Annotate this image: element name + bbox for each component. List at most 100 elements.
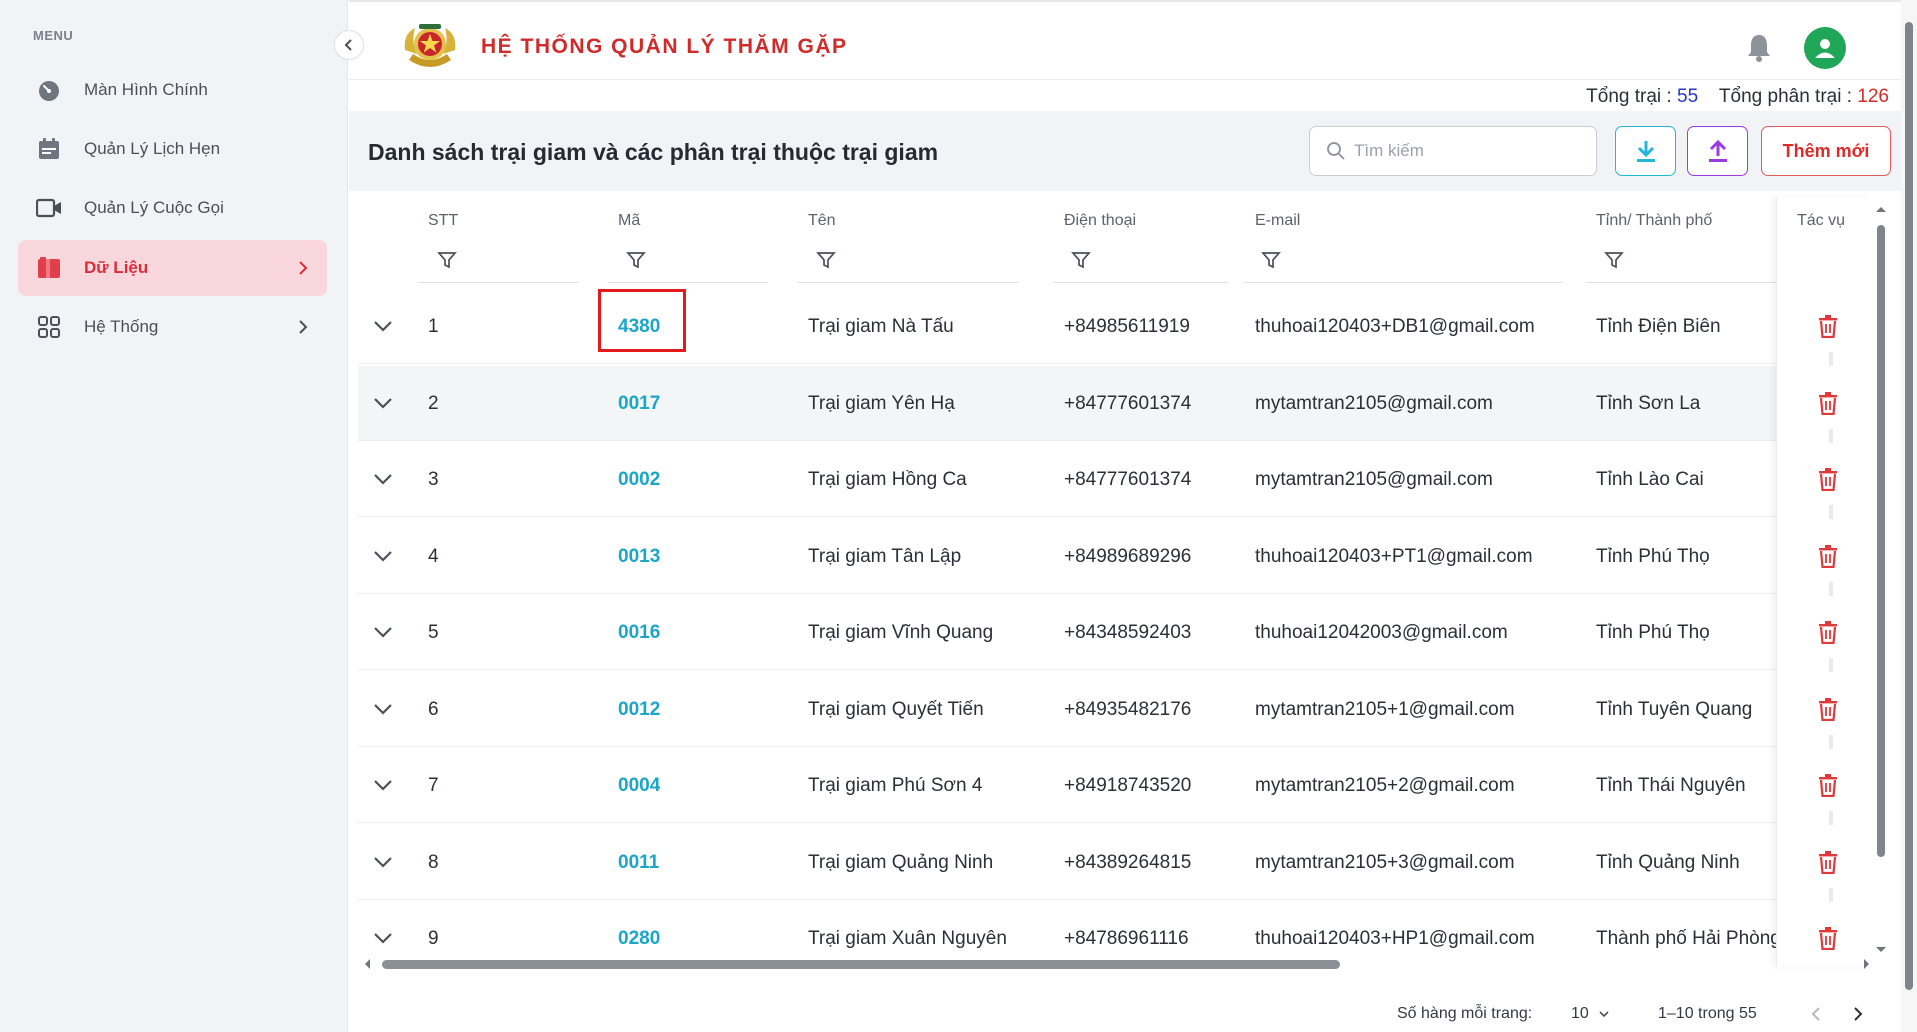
row-separator bbox=[1829, 352, 1833, 366]
sidebar-item-system[interactable]: Hệ Thống bbox=[18, 299, 327, 355]
row-separator bbox=[1829, 581, 1833, 596]
expand-row-chevron-icon[interactable] bbox=[371, 620, 395, 644]
scroll-thumb[interactable] bbox=[1905, 22, 1913, 990]
search-input[interactable] bbox=[1354, 141, 1594, 161]
cell-code[interactable]: 4380 bbox=[618, 289, 660, 364]
delete-trash-icon[interactable] bbox=[1817, 391, 1839, 415]
cell-code[interactable]: 0011 bbox=[618, 825, 659, 900]
cell-email: thuhoai120403+DB1@gmail.com bbox=[1255, 316, 1535, 337]
total-subcamps-label: Tổng phân trại : bbox=[1718, 86, 1853, 107]
upload-icon bbox=[1708, 139, 1727, 162]
camps-table: STT Mã Tên Điện thoại E-mail Tỉnh/ Thành… bbox=[358, 197, 1873, 967]
filter-icon[interactable] bbox=[626, 250, 646, 270]
table-row[interactable]: 5 0016 Trại giam Vĩnh Quang +84348592403 thu… bbox=[358, 595, 1778, 670]
row-separator bbox=[1829, 734, 1833, 749]
cell-code[interactable]: 0002 bbox=[618, 442, 660, 517]
download-button[interactable] bbox=[1615, 126, 1676, 176]
table-row[interactable]: 1 4380 Trại giam Nà Tấu +84985611919 thuhoai… bbox=[358, 289, 1778, 364]
add-new-button[interactable]: Thêm mới bbox=[1761, 126, 1891, 176]
scroll-right-arrow-icon[interactable] bbox=[1862, 957, 1872, 971]
expand-row-chevron-icon[interactable] bbox=[371, 697, 395, 721]
expand-row-chevron-icon[interactable] bbox=[371, 391, 395, 415]
expand-row-chevron-icon[interactable] bbox=[371, 467, 395, 491]
cell-code[interactable]: 0004 bbox=[618, 748, 660, 823]
cell-code[interactable]: 0017 bbox=[618, 366, 660, 441]
row-separator bbox=[1829, 887, 1833, 902]
cell-province: Tỉnh Sơn La bbox=[1596, 392, 1701, 414]
delete-trash-icon[interactable] bbox=[1817, 620, 1839, 644]
expand-row-chevron-icon[interactable] bbox=[371, 314, 395, 338]
cell-province: Tỉnh Quảng Ninh bbox=[1596, 851, 1740, 873]
cell-code[interactable]: 0013 bbox=[618, 519, 660, 594]
filter-underline bbox=[418, 282, 578, 283]
search-box[interactable] bbox=[1309, 126, 1597, 176]
filter-icon[interactable] bbox=[816, 250, 836, 270]
table-row[interactable]: 8 0011 Trại giam Quảng Ninh +84389264815 myt… bbox=[358, 825, 1778, 900]
delete-trash-icon[interactable] bbox=[1817, 544, 1839, 568]
app-title: HỆ THỐNG QUẢN LÝ THĂM GẶP bbox=[481, 35, 848, 58]
cell-stt: 4 bbox=[428, 545, 439, 567]
page-vertical-scrollbar[interactable] bbox=[1901, 0, 1917, 1032]
table-row[interactable]: 4 0013 Trại giam Tân Lập +84989689296 thuhoa… bbox=[358, 519, 1778, 594]
scroll-thumb[interactable] bbox=[1877, 225, 1885, 857]
filter-icon[interactable] bbox=[1071, 250, 1091, 270]
column-header-email[interactable]: E-mail bbox=[1255, 212, 1300, 230]
cell-stt: 7 bbox=[428, 775, 439, 796]
sidebar-item-dashboard[interactable]: Màn Hình Chính bbox=[18, 62, 327, 118]
filter-icon[interactable] bbox=[1261, 250, 1281, 270]
delete-trash-icon[interactable] bbox=[1817, 850, 1839, 874]
chevron-right-icon bbox=[299, 261, 308, 275]
chevron-left-icon bbox=[344, 39, 352, 51]
table-horizontal-scrollbar[interactable] bbox=[362, 957, 1872, 971]
menu-title: MENU bbox=[33, 28, 74, 43]
column-header-name[interactable]: Tên bbox=[808, 212, 836, 230]
table-row[interactable]: 7 0004 Trại giam Phú Sơn 4 +84918743520 myta… bbox=[358, 748, 1778, 823]
sidebar-item-appointments[interactable]: Quản Lý Lịch Hẹn bbox=[18, 121, 327, 177]
expand-row-chevron-icon[interactable] bbox=[371, 773, 395, 797]
upload-button[interactable] bbox=[1687, 126, 1748, 176]
filter-icon[interactable] bbox=[437, 250, 457, 270]
column-header-stt[interactable]: STT bbox=[428, 212, 458, 230]
cell-stt: 1 bbox=[428, 316, 439, 337]
cell-code[interactable]: 0012 bbox=[618, 672, 660, 747]
notification-bell-icon[interactable] bbox=[1744, 32, 1774, 64]
column-header-code[interactable]: Mã bbox=[618, 212, 640, 230]
next-page-icon[interactable] bbox=[1848, 1004, 1868, 1024]
sidebar-item-label: Hệ Thống bbox=[84, 317, 159, 336]
user-avatar[interactable] bbox=[1804, 27, 1846, 69]
delete-trash-icon[interactable] bbox=[1817, 773, 1839, 797]
expand-row-chevron-icon[interactable] bbox=[371, 544, 395, 568]
table-row[interactable]: 3 0002 Trại giam Hồng Ca +84777601374 mytamt… bbox=[358, 442, 1778, 517]
cell-code[interactable]: 0016 bbox=[618, 595, 660, 670]
scroll-thumb[interactable] bbox=[382, 960, 1340, 969]
sidebar-item-calls[interactable]: Quản Lý Cuộc Gọi bbox=[18, 180, 327, 236]
delete-trash-icon[interactable] bbox=[1817, 467, 1839, 491]
cell-province: Tỉnh Điện Biên bbox=[1596, 316, 1721, 337]
delete-trash-icon[interactable] bbox=[1817, 697, 1839, 721]
delete-trash-icon[interactable] bbox=[1817, 926, 1839, 950]
row-separator bbox=[1829, 428, 1833, 443]
table-row[interactable]: 2 0017 Trại giam Yên Hạ +84777601374 mytamtr… bbox=[358, 365, 1778, 441]
filter-icon[interactable] bbox=[1604, 250, 1624, 270]
delete-trash-icon[interactable] bbox=[1817, 314, 1839, 338]
scroll-down-arrow-icon[interactable] bbox=[1874, 945, 1888, 955]
column-header-phone[interactable]: Điện thoại bbox=[1064, 212, 1136, 230]
sidebar-item-label: Dữ Liệu bbox=[84, 258, 149, 277]
collapse-sidebar-button[interactable] bbox=[334, 30, 364, 60]
sidebar-item-data[interactable]: Dữ Liệu bbox=[18, 240, 327, 296]
scroll-up-arrow-icon[interactable] bbox=[1874, 204, 1888, 214]
database-folder-icon bbox=[34, 253, 64, 283]
expand-row-chevron-icon[interactable] bbox=[371, 850, 395, 874]
scroll-left-arrow-icon[interactable] bbox=[362, 957, 372, 971]
row-separator bbox=[1829, 811, 1833, 825]
cell-stt: 2 bbox=[428, 392, 439, 414]
table-row[interactable]: 6 0012 Trại giam Quyết Tiến +84935482176 myt… bbox=[358, 672, 1778, 747]
expand-row-chevron-icon[interactable] bbox=[371, 926, 395, 950]
table-vertical-scrollbar[interactable] bbox=[1874, 200, 1888, 955]
column-header-province[interactable]: Tỉnh/ Thành phố bbox=[1596, 212, 1712, 230]
rows-per-page-select[interactable]: 10 bbox=[1571, 1005, 1611, 1023]
cell-phone: +84777601374 bbox=[1064, 469, 1192, 490]
cell-email: mytamtran2105@gmail.com bbox=[1255, 469, 1493, 490]
total-subcamps-value: 126 bbox=[1857, 86, 1889, 107]
previous-page-icon[interactable] bbox=[1806, 1004, 1826, 1024]
